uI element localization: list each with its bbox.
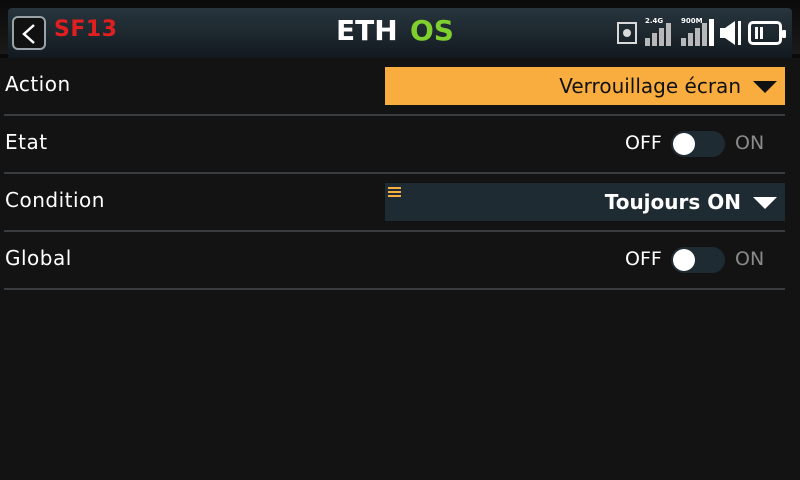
header-bar: SF13 ETH OS 2.4G 900M (0, 0, 800, 58)
screen: SF13 ETH OS 2.4G 900M Action Verrouillag… (0, 0, 800, 480)
etat-toggle[interactable]: OFF ON (625, 130, 785, 158)
speaker-icon (720, 21, 741, 45)
chevron-down-icon (753, 81, 777, 93)
row-global: Global OFF ON (4, 232, 785, 290)
global-off-label: OFF (625, 248, 662, 270)
chevron-down-icon (753, 197, 777, 209)
global-on-label: ON (735, 248, 765, 270)
action-value: Verrouillage écran (559, 74, 741, 98)
global-toggle-knob (673, 249, 695, 271)
condition-label: Condition (5, 188, 105, 212)
page-title: SF13 (54, 17, 118, 42)
global-toggle[interactable]: OFF ON (625, 246, 785, 274)
row-action: Action Verrouillage écran (4, 58, 785, 116)
condition-select[interactable]: Toujours ON (385, 183, 785, 221)
back-icon (22, 24, 35, 44)
etat-toggle-track[interactable] (671, 131, 725, 157)
row-etat: Etat OFF ON (4, 116, 785, 174)
back-button[interactable] (12, 16, 46, 50)
etat-off-label: OFF (625, 132, 662, 154)
record-icon (617, 22, 637, 44)
global-toggle-track[interactable] (671, 247, 725, 273)
condition-value: Toujours ON (604, 190, 741, 214)
global-label: Global (5, 246, 72, 270)
etat-on-label: ON (735, 132, 765, 154)
menu-icon (388, 187, 401, 198)
etat-toggle-knob (673, 133, 695, 155)
ethos-logo: ETH OS (336, 14, 466, 48)
etat-label: Etat (5, 130, 48, 154)
row-condition: Condition Toujours ON (4, 174, 785, 232)
battery-icon (748, 21, 786, 45)
action-select[interactable]: Verrouillage écran (385, 67, 785, 105)
logo-text-left: ETH (336, 14, 398, 47)
logo-text-right: OS (410, 14, 454, 47)
signal-2g4-icon (645, 18, 675, 46)
signal-900m-icon (681, 18, 717, 46)
action-label: Action (5, 72, 71, 96)
